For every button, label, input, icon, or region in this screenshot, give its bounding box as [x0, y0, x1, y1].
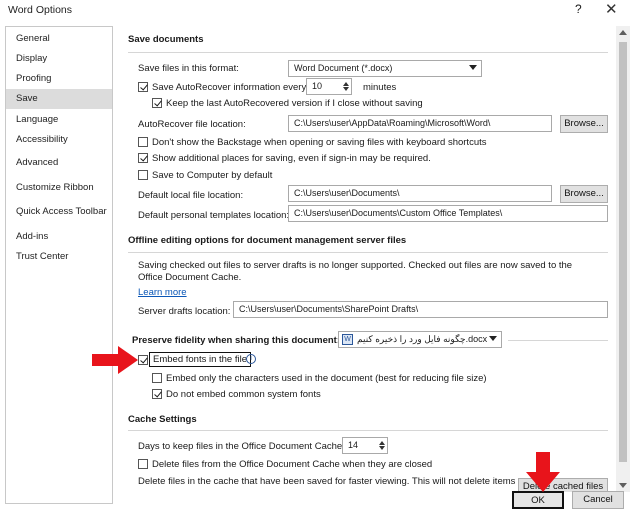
backstage-label: Don't show the Backstage when opening or…: [152, 137, 487, 148]
autorecover-location-field[interactable]: C:\Users\user\AppData\Roaming\Microsoft\…: [288, 115, 552, 132]
section-heading-cache-settings: Cache Settings: [128, 414, 197, 425]
category-sidebar: General Display Proofing Save Language A…: [5, 26, 113, 504]
save-to-computer-label: Save to Computer by default: [152, 170, 273, 181]
save-format-dropdown[interactable]: Word Document (*.docx): [288, 60, 482, 77]
default-templates-location-field[interactable]: C:\Users\user\Documents\Custom Office Te…: [288, 205, 608, 222]
red-arrow-down-icon: [526, 452, 560, 492]
sidebar-item-save[interactable]: Save: [6, 89, 112, 109]
chevron-down-icon: [489, 336, 497, 341]
spinner-up-icon[interactable]: [379, 441, 385, 445]
help-icon[interactable]: ?: [575, 2, 582, 16]
sidebar-item-quick-access-toolbar[interactable]: Quick Access Toolbar: [6, 202, 112, 222]
default-templates-location-label: Default personal templates location:: [138, 210, 290, 221]
section-divider: [508, 340, 608, 341]
autorecover-checkbox[interactable]: [138, 82, 148, 92]
section-divider: [128, 252, 608, 253]
default-local-location-field[interactable]: C:\Users\user\Documents\: [288, 185, 552, 202]
cache-days-value: 14: [348, 440, 359, 450]
sidebar-item-display[interactable]: Display: [6, 49, 112, 69]
embed-fonts-checkbox[interactable]: [138, 355, 148, 365]
sidebar-item-accessibility[interactable]: Accessibility: [6, 130, 112, 150]
cancel-button[interactable]: Cancel: [572, 491, 624, 509]
server-drafts-field[interactable]: C:\Users\user\Documents\SharePoint Draft…: [233, 301, 608, 318]
cache-days-spinner[interactable]: 14: [342, 437, 388, 454]
window-title: Word Options: [8, 4, 72, 16]
spinner-up-icon[interactable]: [343, 82, 349, 86]
spinner-down-icon[interactable]: [343, 87, 349, 91]
ok-button[interactable]: OK: [512, 491, 564, 509]
default-local-location-label: Default local file location:: [138, 190, 244, 201]
browse-local-button[interactable]: Browse...: [560, 185, 608, 203]
chevron-down-icon: [469, 65, 477, 70]
spinner-down-icon[interactable]: [379, 446, 385, 450]
section-divider: [128, 52, 608, 53]
sidebar-item-customize-ribbon[interactable]: Customize Ribbon: [6, 178, 112, 198]
fidelity-document-value: چگونه فایل ورد را ذخیره کنیم.docx: [357, 334, 488, 344]
embed-only-characters-label: Embed only the characters used in the do…: [166, 373, 487, 384]
offline-editing-description: Saving checked out files to server draft…: [138, 260, 573, 283]
sidebar-item-proofing[interactable]: Proofing: [6, 69, 112, 89]
autorecover-minutes-value: 10: [312, 81, 323, 91]
cache-days-label: Days to keep files in the Office Documen…: [138, 441, 345, 452]
autorecover-label: Save AutoRecover information every: [152, 82, 307, 93]
vertical-scrollbar[interactable]: [616, 26, 630, 492]
sidebar-item-trust-center[interactable]: Trust Center: [6, 247, 112, 267]
keep-last-autorecovered-checkbox[interactable]: [152, 98, 162, 108]
info-icon[interactable]: i: [246, 354, 256, 364]
browse-autorecover-button[interactable]: Browse...: [560, 115, 608, 133]
embed-fonts-label: Embed fonts in the file: [149, 352, 251, 367]
delete-cache-info: Delete files in the cache that have been…: [138, 476, 516, 487]
word-document-icon: W: [342, 334, 353, 345]
section-heading-save-documents: Save documents: [128, 34, 204, 45]
additional-places-checkbox[interactable]: [138, 153, 148, 163]
scrollbar-thumb[interactable]: [619, 42, 627, 462]
minutes-label: minutes: [363, 82, 397, 93]
sidebar-item-advanced[interactable]: Advanced: [6, 153, 112, 173]
embed-only-characters-checkbox[interactable]: [152, 373, 162, 383]
title-bar: Word Options ? ✕: [0, 0, 632, 22]
backstage-checkbox[interactable]: [138, 137, 148, 147]
scroll-up-icon[interactable]: [619, 30, 627, 35]
fidelity-document-dropdown[interactable]: W چگونه فایل ورد را ذخیره کنیم.docx: [338, 331, 502, 348]
sidebar-item-add-ins[interactable]: Add-ins: [6, 227, 112, 247]
keep-last-autorecovered-label: Keep the last AutoRecovered version if I…: [166, 98, 423, 109]
scroll-down-icon[interactable]: [619, 483, 627, 488]
do-not-embed-system-fonts-label: Do not embed common system fonts: [166, 389, 321, 400]
delete-closed-files-checkbox[interactable]: [138, 459, 148, 469]
delete-closed-files-label: Delete files from the Office Document Ca…: [152, 459, 433, 470]
section-heading-preserve-fidelity: Preserve fidelity when sharing this docu…: [132, 335, 340, 346]
save-format-value: Word Document (*.docx): [294, 63, 393, 73]
sidebar-item-language[interactable]: Language: [6, 110, 112, 130]
section-heading-offline-editing: Offline editing options for document man…: [128, 235, 407, 246]
autorecover-location-label: AutoRecover file location:: [138, 119, 246, 130]
server-drafts-label: Server drafts location:: [138, 306, 231, 317]
autorecover-minutes-spinner[interactable]: 10: [306, 78, 352, 95]
sidebar-item-general[interactable]: General: [6, 29, 112, 49]
red-arrow-right-icon: [92, 346, 138, 374]
learn-more-link[interactable]: Learn more: [138, 287, 187, 298]
save-options-panel: Save documents Save files in this format…: [118, 26, 614, 492]
do-not-embed-system-fonts-checkbox[interactable]: [152, 389, 162, 399]
save-to-computer-checkbox[interactable]: [138, 170, 148, 180]
save-format-label: Save files in this format:: [138, 63, 239, 74]
section-divider: [128, 430, 608, 431]
additional-places-label: Show additional places for saving, even …: [152, 153, 431, 164]
close-icon[interactable]: ✕: [605, 0, 618, 18]
